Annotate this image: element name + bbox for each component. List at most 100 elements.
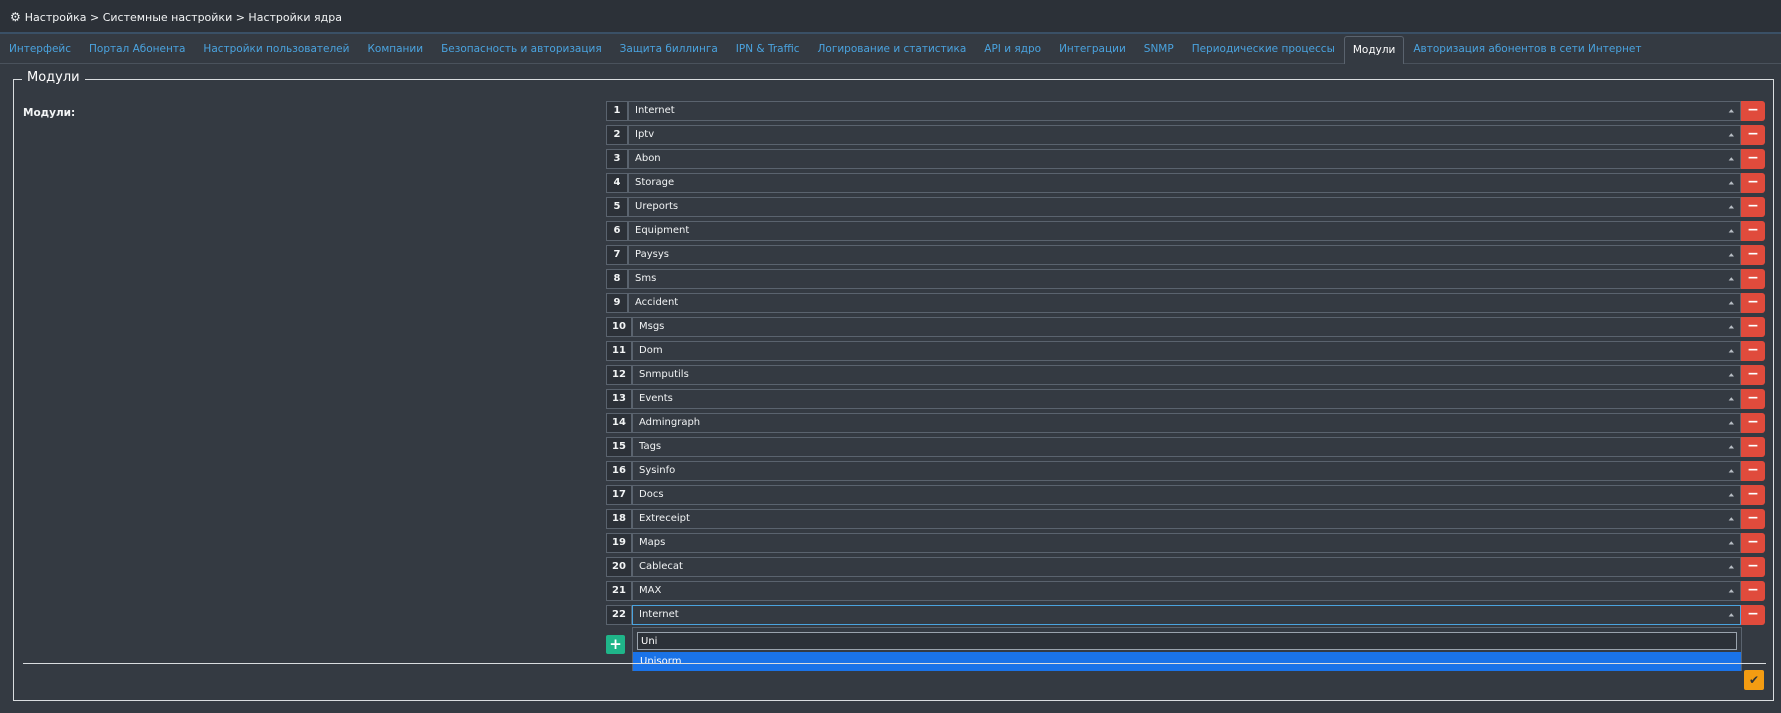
module-select[interactable]: Iptv ▲ — [628, 125, 1741, 145]
module-index: 16 — [606, 461, 632, 481]
remove-module-button[interactable]: − — [1741, 581, 1765, 601]
chevron-down-icon: ▲ — [1728, 468, 1734, 474]
module-select[interactable]: Internet ▲ — [632, 605, 1741, 625]
remove-module-button[interactable]: − — [1741, 413, 1765, 433]
module-select-value: Abon — [635, 153, 661, 164]
module-select[interactable]: Sms ▲ — [628, 269, 1741, 289]
module-select-value: Ureports — [635, 201, 679, 212]
tab-5[interactable]: Защита биллинга — [611, 35, 727, 63]
remove-module-button[interactable]: − — [1741, 317, 1765, 337]
module-select[interactable]: Maps ▲ — [632, 533, 1741, 553]
module-row: 16 Sysinfo ▲ − — [606, 461, 1765, 481]
tab-7[interactable]: Логирование и статистика — [809, 35, 976, 63]
module-index: 15 — [606, 437, 632, 457]
module-select[interactable]: Ureports ▲ — [628, 197, 1741, 217]
tab-6[interactable]: IPN & Traffic — [727, 35, 809, 63]
remove-module-button[interactable]: − — [1741, 149, 1765, 169]
tab-13[interactable]: Авторизация абонентов в сети Интернет — [1404, 35, 1650, 63]
module-select-value: Msgs — [639, 321, 665, 332]
minus-icon: − — [1747, 318, 1759, 334]
remove-module-button[interactable]: − — [1741, 557, 1765, 577]
module-select[interactable]: Dom ▲ — [632, 341, 1741, 361]
chevron-down-icon: ▲ — [1728, 588, 1734, 594]
remove-module-button[interactable]: − — [1741, 221, 1765, 241]
tab-11[interactable]: Периодические процессы — [1183, 35, 1344, 63]
remove-module-button[interactable]: − — [1741, 197, 1765, 217]
remove-module-button[interactable]: − — [1741, 509, 1765, 529]
module-select-value: Snmputils — [639, 369, 689, 380]
tab-2[interactable]: Настройки пользователей — [194, 35, 358, 63]
remove-module-button[interactable]: − — [1741, 485, 1765, 505]
module-select[interactable]: Sysinfo ▲ — [632, 461, 1741, 481]
module-row: 9 Accident ▲ − — [606, 293, 1765, 313]
tab-1[interactable]: Портал Абонента — [80, 35, 194, 63]
remove-module-button[interactable]: − — [1741, 533, 1765, 553]
tab-10[interactable]: SNMP — [1135, 35, 1183, 63]
module-row: 6 Equipment ▲ − — [606, 221, 1765, 241]
tab-8[interactable]: API и ядро — [975, 35, 1050, 63]
remove-module-button[interactable]: − — [1741, 293, 1765, 313]
module-select[interactable]: Msgs ▲ — [632, 317, 1741, 337]
module-row: 21 MAX ▲ − — [606, 581, 1765, 601]
module-select[interactable]: Docs ▲ — [632, 485, 1741, 505]
minus-icon: − — [1747, 198, 1759, 214]
minus-icon: − — [1747, 270, 1759, 286]
module-index: 20 — [606, 557, 632, 577]
remove-module-button[interactable]: − — [1741, 365, 1765, 385]
remove-module-button[interactable]: − — [1741, 125, 1765, 145]
breadcrumb-text[interactable]: Настройка > Системные настройки > Настро… — [25, 11, 342, 24]
dropdown-option[interactable]: Unisorm — [633, 652, 1741, 671]
minus-icon: − — [1747, 486, 1759, 502]
remove-module-button[interactable]: − — [1741, 173, 1765, 193]
minus-icon: − — [1747, 558, 1759, 574]
module-select[interactable]: Internet ▲ — [628, 101, 1741, 121]
module-index: 8 — [606, 269, 628, 289]
module-index: 21 — [606, 581, 632, 601]
remove-module-button[interactable]: − — [1741, 101, 1765, 121]
remove-module-button[interactable]: − — [1741, 269, 1765, 289]
tab-4[interactable]: Безопасность и авторизация — [432, 35, 611, 63]
module-select[interactable]: MAX ▲ — [632, 581, 1741, 601]
remove-module-button[interactable]: − — [1741, 389, 1765, 409]
tab-3[interactable]: Компании — [358, 35, 432, 63]
chevron-down-icon: ▲ — [1728, 348, 1734, 354]
module-select[interactable]: Abon ▲ — [628, 149, 1741, 169]
chevron-down-icon: ▲ — [1728, 564, 1734, 570]
chevron-down-icon: ▲ — [1728, 612, 1734, 618]
tab-12[interactable]: Модули — [1343, 36, 1405, 64]
module-select[interactable]: Cablecat ▲ — [632, 557, 1741, 577]
module-index: 11 — [606, 341, 632, 361]
module-select[interactable]: Storage ▲ — [628, 173, 1741, 193]
module-search-input[interactable] — [637, 632, 1737, 650]
module-select[interactable]: Events ▲ — [632, 389, 1741, 409]
module-row: 13 Events ▲ − — [606, 389, 1765, 409]
module-select[interactable]: Extreceipt ▲ — [632, 509, 1741, 529]
module-select[interactable]: Paysys ▲ — [628, 245, 1741, 265]
save-button[interactable]: ✔ — [1744, 670, 1764, 690]
remove-module-button[interactable]: − — [1741, 437, 1765, 457]
remove-module-button[interactable]: − — [1741, 341, 1765, 361]
minus-icon: − — [1747, 606, 1759, 622]
tab-0[interactable]: Интерфейс — [0, 35, 80, 63]
remove-module-button[interactable]: − — [1741, 605, 1765, 625]
module-index: 17 — [606, 485, 632, 505]
module-select-value: MAX — [639, 585, 662, 596]
module-select[interactable]: Accident ▲ — [628, 293, 1741, 313]
remove-module-button[interactable]: − — [1741, 245, 1765, 265]
remove-module-button[interactable]: − — [1741, 461, 1765, 481]
module-select[interactable]: Admingraph ▲ — [632, 413, 1741, 433]
add-module-button[interactable]: + — [606, 635, 625, 654]
module-index: 14 — [606, 413, 632, 433]
chevron-down-icon: ▲ — [1728, 252, 1734, 258]
tab-9[interactable]: Интеграции — [1050, 35, 1135, 63]
module-select[interactable]: Snmputils ▲ — [632, 365, 1741, 385]
module-row: 10 Msgs ▲ − — [606, 317, 1765, 337]
module-select[interactable]: Tags ▲ — [632, 437, 1741, 457]
module-select[interactable]: Equipment ▲ — [628, 221, 1741, 241]
module-index: 13 — [606, 389, 632, 409]
module-row: 5 Ureports ▲ − — [606, 197, 1765, 217]
chevron-down-icon: ▲ — [1728, 156, 1734, 162]
minus-icon: − — [1747, 510, 1759, 526]
module-select-value: Events — [639, 393, 673, 404]
chevron-down-icon: ▲ — [1728, 540, 1734, 546]
